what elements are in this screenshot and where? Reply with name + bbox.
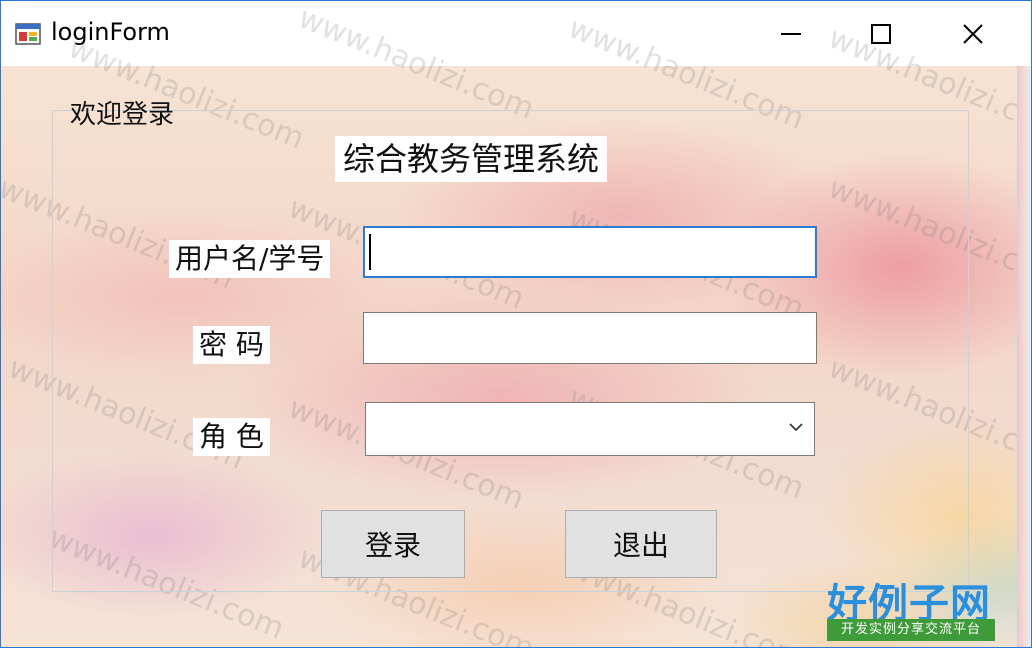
site-logo: 好例子网 开发实例分享交流平台 [823, 571, 999, 643]
system-title: 综合教务管理系统 [335, 136, 608, 182]
login-button[interactable]: 登录 [321, 510, 465, 578]
form-client-area: www.haolizi.com www.haolizi.com www.haol… [1, 1, 1031, 647]
exit-button[interactable]: 退出 [565, 510, 717, 578]
minimize-button[interactable] [745, 1, 837, 66]
username-input[interactable] [363, 226, 817, 278]
maximize-icon [871, 23, 891, 44]
logo-sub-text: 开发实例分享交流平台 [827, 619, 995, 641]
login-window: loginForm www.haolizi.com www.haolizi.co… [0, 0, 1032, 648]
app-form-icon [15, 23, 41, 45]
username-label: 用户名/学号 [169, 240, 331, 278]
close-button[interactable] [927, 1, 1019, 66]
title-bar[interactable]: loginForm [1, 1, 1031, 66]
minimize-icon [781, 32, 801, 35]
close-icon [963, 23, 983, 44]
groupbox-title: 欢迎登录 [70, 100, 175, 130]
role-select[interactable] [365, 402, 815, 456]
password-label: 密 码 [193, 326, 270, 364]
window-title: loginForm [51, 18, 170, 46]
role-label: 角 色 [193, 418, 270, 456]
background-window-edge [1017, 66, 1031, 647]
maximize-button[interactable] [835, 1, 927, 66]
password-input[interactable] [363, 312, 817, 364]
chevron-down-icon [789, 423, 803, 432]
text-caret [369, 234, 371, 270]
